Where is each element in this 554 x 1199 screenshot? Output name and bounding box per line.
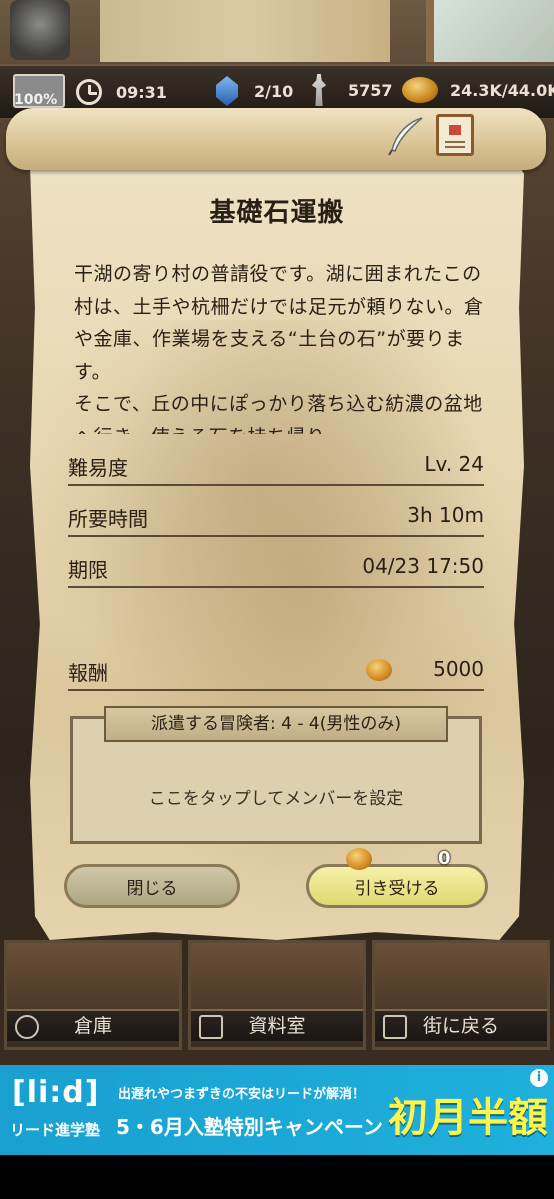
deadline-row: 期限 04/23 17:50 bbox=[68, 552, 484, 588]
quest-description[interactable]: 干湖の寄り村の普請役です。湖に囲まれたこの村は、土手や杭柵だけでは足元が頼りない… bbox=[74, 258, 484, 434]
fame-counter: 5757 bbox=[310, 74, 393, 106]
party-requirement: 派遣する冒険者: 4 - 4(男性のみ) bbox=[104, 706, 448, 742]
party-hint[interactable]: ここをタップしてメンバーを設定 bbox=[70, 784, 482, 809]
coin-icon bbox=[366, 659, 392, 681]
reward-row: 報酬 5000 bbox=[68, 655, 484, 691]
deadline-label: 期限 bbox=[68, 558, 108, 582]
reward-value: 5000 bbox=[433, 657, 484, 681]
coins-icon bbox=[402, 77, 438, 103]
menu-item-archive[interactable]: 資料室 bbox=[188, 940, 366, 1050]
accept-button[interactable]: 引き受ける bbox=[306, 864, 488, 908]
clock-icon bbox=[76, 79, 102, 105]
ad-tagline: 出遅れやつまずきの不安はリードが解消！ bbox=[118, 1087, 366, 1102]
ad-campaign: 5・6月入塾特別キャンペーン bbox=[116, 1115, 383, 1139]
difficulty-value: Lv. 24 bbox=[424, 452, 484, 476]
bottom-menu: 倉庫 資料室 街に戻る bbox=[0, 940, 554, 1050]
door-icon bbox=[383, 1015, 407, 1039]
ad-logo-subtitle: リード進学塾 bbox=[10, 1121, 101, 1139]
coin-icon bbox=[346, 848, 372, 870]
book-icon bbox=[199, 1015, 223, 1039]
ad-logo: [li:d] bbox=[12, 1075, 100, 1110]
close-button[interactable]: 閉じる bbox=[64, 864, 240, 908]
ad-offer: 初月半額 bbox=[388, 1095, 548, 1141]
gold-counter: 24.3K/44.0K bbox=[402, 77, 554, 103]
time-text: 09:31 bbox=[116, 82, 167, 102]
system-bar bbox=[0, 1155, 554, 1199]
duration-row: 所要時間 3h 10m bbox=[68, 501, 484, 537]
quest-title: 基礎石運搬 bbox=[209, 198, 345, 228]
accept-cost: 0 bbox=[438, 848, 451, 869]
gold-text: 24.3K/44.0K bbox=[450, 80, 554, 100]
time-display: 09:31 bbox=[76, 79, 167, 105]
document-icon[interactable] bbox=[436, 114, 474, 156]
armor-decoration bbox=[10, 0, 70, 60]
deadline-value: 04/23 17:50 bbox=[362, 554, 484, 578]
window-decoration bbox=[426, 0, 554, 62]
statue-icon bbox=[311, 74, 327, 106]
building-icon bbox=[15, 1015, 39, 1039]
duration-value: 3h 10m bbox=[407, 503, 484, 527]
wall-map bbox=[100, 0, 390, 62]
info-icon[interactable]: i bbox=[530, 1069, 548, 1087]
battery-text: 100% bbox=[14, 92, 58, 108]
gem-icon bbox=[216, 76, 238, 106]
menu-item-return-town[interactable]: 街に戻る bbox=[372, 940, 550, 1050]
menu-item-storage[interactable]: 倉庫 bbox=[4, 940, 182, 1050]
ad-banner[interactable]: [li:d] リード進学塾 出遅れやつまずきの不安はリードが解消！ 5・6月入塾… bbox=[0, 1065, 554, 1155]
quill-icon[interactable] bbox=[386, 116, 426, 156]
gem-text: 2/10 bbox=[254, 81, 294, 101]
gem-counter: 2/10 bbox=[216, 76, 293, 106]
duration-label: 所要時間 bbox=[68, 507, 148, 531]
reward-label: 報酬 bbox=[68, 661, 108, 685]
difficulty-row: 難易度 Lv. 24 bbox=[68, 450, 484, 486]
difficulty-label: 難易度 bbox=[68, 456, 128, 480]
fame-text: 5757 bbox=[348, 80, 393, 100]
